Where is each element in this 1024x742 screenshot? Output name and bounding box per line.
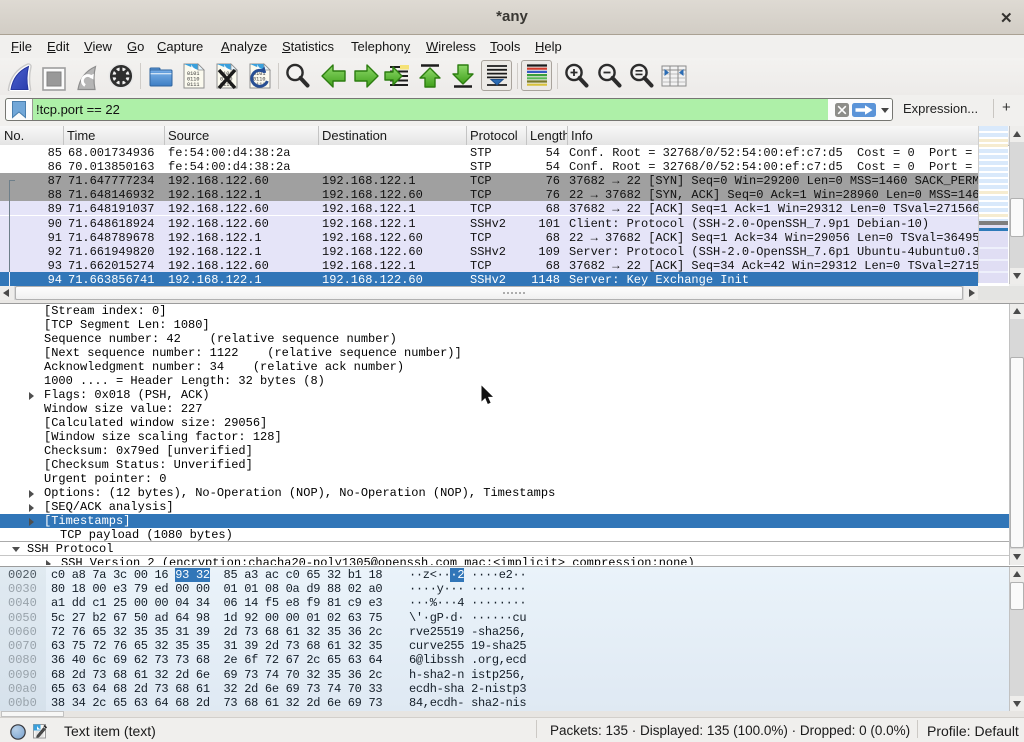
svg-text:0111: 0111 bbox=[187, 82, 199, 88]
